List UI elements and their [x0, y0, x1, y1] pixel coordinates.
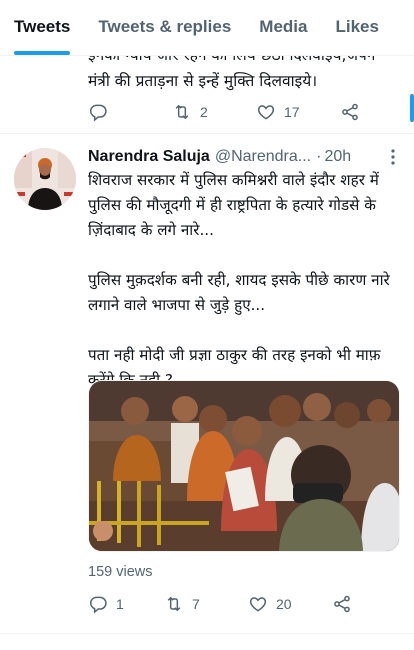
tab-likes-label: Likes [335, 17, 379, 36]
timestamp[interactable]: 20h [324, 148, 351, 166]
reply-icon [89, 596, 107, 614]
share-button[interactable] [340, 102, 360, 122]
more-icon [391, 149, 395, 165]
like-icon [249, 597, 267, 612]
tab-tweets-replies[interactable]: Tweets & replies [84, 0, 245, 55]
like-count: 17 [284, 104, 300, 120]
tab-media[interactable]: Media [245, 0, 321, 55]
tweet-media[interactable] [88, 380, 400, 552]
retweet-count: 7 [192, 596, 200, 612]
tweet[interactable]: Narendra Saluja @Narendra... · 20h शिवरा… [0, 134, 414, 634]
avatar-image [14, 148, 76, 210]
scroll-indicator[interactable] [410, 94, 414, 122]
reply-count: 1 [116, 596, 124, 612]
previous-tweet-line-2: मंत्री की प्रताड़ना से इन्हें मुक्ति दिल… [88, 72, 318, 90]
previous-tweet[interactable]: इनका न्याय जार रहन का लिय छठा दिलवाइय,जप… [0, 56, 414, 134]
reply-button[interactable]: 1 [88, 594, 164, 614]
like-button[interactable]: 20 [248, 594, 332, 614]
active-tab-indicator [14, 51, 71, 55]
tweet-text: शिवराज सरकार में पुलिस कमिश्नरी वाले इंद… [88, 171, 390, 389]
share-icon [334, 595, 350, 613]
tab-tweets[interactable]: Tweets [0, 0, 84, 55]
view-count: 159 views [88, 564, 153, 580]
profile-tabs: Tweets Tweets & replies Media Likes [0, 0, 414, 56]
like-button[interactable]: 17 [256, 102, 340, 122]
share-icon [342, 103, 358, 121]
like-icon [257, 105, 275, 120]
avatar[interactable] [14, 148, 76, 210]
crowd-photo [89, 381, 399, 551]
display-name[interactable]: Narendra Saluja [88, 148, 210, 166]
retweet-count: 2 [200, 104, 208, 120]
tab-tweets-replies-label: Tweets & replies [98, 17, 232, 36]
previous-tweet-actions: 2 17 [88, 102, 360, 122]
reply-button[interactable] [88, 102, 172, 122]
tab-tweets-label: Tweets [14, 17, 71, 36]
like-count: 20 [276, 596, 292, 612]
reply-icon [89, 104, 107, 122]
retweet-icon [175, 104, 189, 120]
previous-tweet-text: इनका न्याय जार रहन का लिय छठा दिलवाइय,जप… [88, 56, 394, 94]
tab-likes[interactable]: Likes [321, 0, 392, 55]
tweet-header: Narendra Saluja @Narendra... · 20h [88, 146, 404, 168]
retweet-button[interactable]: 2 [172, 102, 256, 122]
tab-media-label: Media [259, 17, 308, 36]
user-handle[interactable]: @Narendra... [215, 148, 311, 166]
tweet-actions: 1 7 20 [88, 594, 352, 614]
retweet-icon [167, 596, 181, 612]
retweet-button[interactable]: 7 [164, 594, 248, 614]
share-button[interactable] [332, 594, 352, 614]
previous-tweet-line-1: इनका न्याय जार रहन का लिय छठा दिलवाइय,जप… [88, 56, 394, 68]
separator: · [316, 148, 322, 165]
